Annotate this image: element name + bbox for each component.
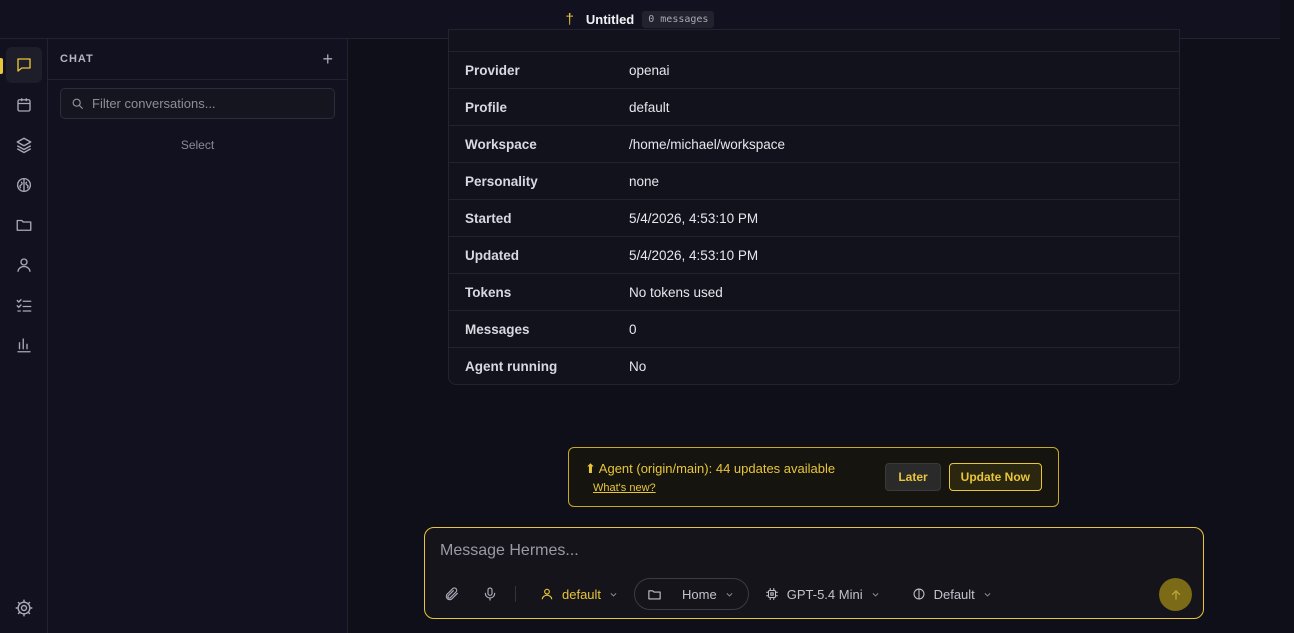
info-key: Profile [465, 99, 508, 115]
info-value: default [629, 99, 670, 115]
rail-calendar[interactable] [6, 87, 42, 123]
update-banner: ⬆ Agent (origin/main): 44 updates availa… [568, 447, 1059, 507]
whats-new-link[interactable]: What's new? [593, 482, 656, 494]
arrow-up-icon [1171, 589, 1180, 600]
message-composer: default Home GPT-5.4 Mini Default [424, 527, 1204, 619]
banner-text: ⬆ Agent (origin/main): 44 updates availa… [585, 461, 885, 494]
chevron-down-icon [984, 592, 991, 597]
main-panel: Provider openai Profile default Workspace/ho… [348, 29, 1280, 633]
table-row: Provider openai [449, 51, 1179, 88]
info-value: openai [629, 62, 670, 78]
table-row: Agent running No [449, 347, 1179, 384]
composer-toolbar: default Home GPT-5.4 Mini Default [441, 578, 1002, 610]
personality-label: Default [933, 586, 975, 602]
chevron-down-icon [726, 592, 733, 597]
sidebar-title: CHAT [60, 53, 94, 65]
rail-files[interactable] [6, 207, 42, 243]
info-value: none [629, 173, 660, 189]
chevron-down-icon [610, 592, 617, 597]
toolbar-divider [515, 586, 516, 602]
info-value: No [629, 358, 647, 374]
table-row: Personality none [449, 162, 1179, 199]
user-icon [17, 258, 31, 272]
cross-icon: † [565, 10, 574, 28]
chevron-down-icon [872, 592, 879, 597]
table-row: Profile default [449, 88, 1179, 125]
chat-icon [17, 58, 31, 72]
new-chat-button[interactable]: + [320, 50, 335, 68]
info-key: Updated [465, 247, 519, 263]
rail-chat[interactable] [6, 47, 42, 83]
rail-layers[interactable] [6, 127, 42, 163]
table-row: Workspace/home/michael/workspace [449, 125, 1179, 162]
gear-icon [15, 599, 33, 617]
info-key: Personality [465, 173, 538, 189]
search-icon [72, 98, 83, 109]
info-value: 5/4/2026, 4:53:10 PM [629, 210, 759, 226]
bar-chart-icon [17, 338, 31, 353]
filter-conversations-input[interactable] [92, 96, 324, 111]
folder-icon [648, 589, 661, 599]
table-row-spacer [449, 30, 1179, 51]
model-label: GPT-5.4 Mini [786, 586, 863, 602]
info-key: Messages [465, 321, 530, 337]
info-key: Workspace [465, 136, 537, 152]
info-value: No tokens used [629, 284, 723, 300]
user-icon [541, 588, 553, 600]
rail-tasks[interactable] [6, 287, 42, 323]
profile-label: default [562, 586, 602, 602]
update-now-button[interactable]: Update Now [948, 463, 1042, 491]
workspace-selector[interactable]: Home [634, 578, 749, 610]
voice-button[interactable] [479, 583, 501, 605]
workspace-label: Home [682, 586, 717, 602]
table-row: Updated 5/4/2026, 4:53:10 PM [449, 236, 1179, 273]
personality-selector[interactable]: Default [902, 578, 1002, 610]
attach-button[interactable] [441, 583, 463, 605]
calendar-icon [17, 98, 31, 112]
rail-profile[interactable] [6, 247, 42, 283]
brain-icon [16, 177, 32, 193]
filter-field[interactable] [60, 88, 335, 119]
send-button[interactable] [1159, 578, 1192, 611]
brain-icon [913, 588, 925, 600]
table-row: Started 5/4/2026, 4:53:10 PM [449, 199, 1179, 236]
sidebar-header: CHAT + [48, 39, 347, 80]
info-key: Provider [465, 62, 520, 78]
chat-sidebar: CHAT + Select [48, 39, 348, 633]
layers-icon [16, 137, 32, 154]
session-info-table: Provider openai Profile default Workspace/ho… [448, 29, 1180, 385]
icon-rail [0, 39, 48, 633]
info-value: 5/4/2026, 4:53:10 PM [629, 247, 759, 263]
folder-icon [16, 219, 32, 231]
scrollbar-gutter [1280, 0, 1294, 633]
message-input[interactable] [440, 542, 1180, 568]
info-key: Started [465, 210, 512, 226]
empty-hint: Select [180, 138, 215, 152]
table-row: Tokens No tokens used [449, 273, 1179, 310]
checklist-icon [16, 299, 32, 312]
later-button[interactable]: Later [885, 463, 941, 491]
info-key: Tokens [465, 284, 512, 300]
paperclip-icon [445, 587, 458, 601]
rail-brain[interactable] [6, 167, 42, 203]
info-key: Agent running [465, 358, 558, 374]
info-value: /home/michael/workspace [629, 136, 786, 152]
profile-selector[interactable]: default [530, 578, 628, 610]
chip-icon [765, 588, 778, 600]
active-indicator [0, 58, 3, 74]
message-count-badge: 0 messages [642, 10, 715, 28]
update-message: ⬆ Agent (origin/main): 44 updates availa… [585, 460, 836, 476]
model-selector[interactable]: GPT-5.4 Mini [755, 578, 890, 610]
table-row: Messages 0 [449, 310, 1179, 347]
microphone-icon [484, 587, 496, 601]
settings-button[interactable] [14, 598, 34, 618]
conversation-title[interactable]: Untitled [586, 12, 634, 27]
info-value: 0 [629, 321, 637, 337]
rail-analytics[interactable] [6, 327, 42, 363]
